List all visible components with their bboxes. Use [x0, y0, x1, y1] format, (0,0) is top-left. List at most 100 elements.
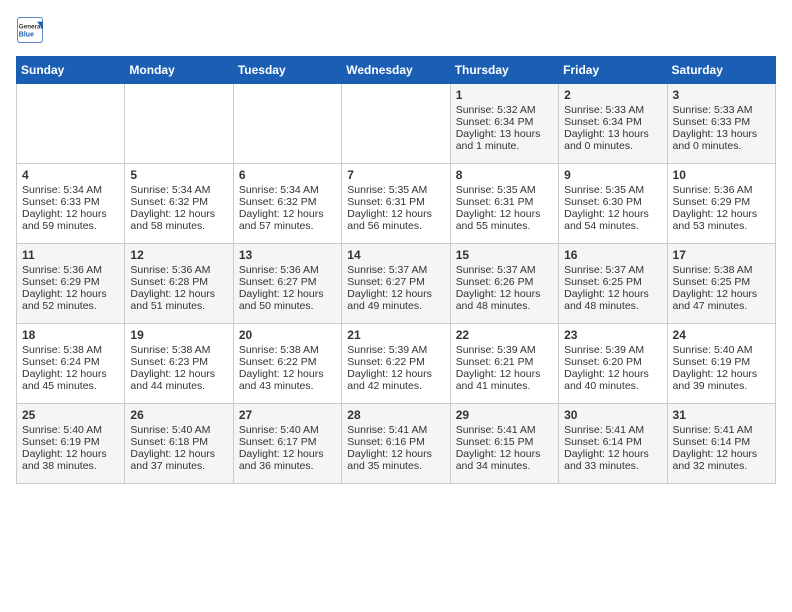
day-number: 13: [239, 248, 336, 262]
cell-content: Daylight: 12 hours and 57 minutes.: [239, 208, 336, 232]
cell-content: Daylight: 12 hours and 40 minutes.: [564, 368, 661, 392]
day-number: 1: [456, 88, 553, 102]
cell-content: Daylight: 12 hours and 48 minutes.: [456, 288, 553, 312]
cell-content: Sunrise: 5:36 AM: [22, 264, 119, 276]
calendar-header: SundayMondayTuesdayWednesdayThursdayFrid…: [17, 57, 776, 84]
calendar-cell: 29Sunrise: 5:41 AMSunset: 6:15 PMDayligh…: [450, 404, 558, 484]
calendar-week-row: 11Sunrise: 5:36 AMSunset: 6:29 PMDayligh…: [17, 244, 776, 324]
calendar-cell: 26Sunrise: 5:40 AMSunset: 6:18 PMDayligh…: [125, 404, 233, 484]
cell-content: Sunset: 6:21 PM: [456, 356, 553, 368]
calendar-cell: 1Sunrise: 5:32 AMSunset: 6:34 PMDaylight…: [450, 84, 558, 164]
cell-content: Daylight: 12 hours and 41 minutes.: [456, 368, 553, 392]
calendar-week-row: 25Sunrise: 5:40 AMSunset: 6:19 PMDayligh…: [17, 404, 776, 484]
cell-content: Sunset: 6:34 PM: [564, 116, 661, 128]
day-number: 20: [239, 328, 336, 342]
day-number: 19: [130, 328, 227, 342]
cell-content: Daylight: 12 hours and 56 minutes.: [347, 208, 444, 232]
cell-content: Daylight: 12 hours and 49 minutes.: [347, 288, 444, 312]
day-number: 10: [673, 168, 770, 182]
header-day: Tuesday: [233, 57, 341, 84]
header-day: Sunday: [17, 57, 125, 84]
cell-content: Sunset: 6:27 PM: [239, 276, 336, 288]
cell-content: Sunset: 6:25 PM: [673, 276, 770, 288]
calendar-cell: 10Sunrise: 5:36 AMSunset: 6:29 PMDayligh…: [667, 164, 775, 244]
day-number: 16: [564, 248, 661, 262]
calendar-cell: 5Sunrise: 5:34 AMSunset: 6:32 PMDaylight…: [125, 164, 233, 244]
cell-content: Sunset: 6:31 PM: [347, 196, 444, 208]
cell-content: Sunset: 6:17 PM: [239, 436, 336, 448]
calendar-cell: 18Sunrise: 5:38 AMSunset: 6:24 PMDayligh…: [17, 324, 125, 404]
cell-content: Daylight: 12 hours and 51 minutes.: [130, 288, 227, 312]
calendar-cell: [17, 84, 125, 164]
calendar-week-row: 4Sunrise: 5:34 AMSunset: 6:33 PMDaylight…: [17, 164, 776, 244]
cell-content: Sunset: 6:19 PM: [673, 356, 770, 368]
svg-text:Blue: Blue: [19, 31, 34, 38]
cell-content: Daylight: 12 hours and 59 minutes.: [22, 208, 119, 232]
cell-content: Daylight: 12 hours and 42 minutes.: [347, 368, 444, 392]
calendar-cell: 31Sunrise: 5:41 AMSunset: 6:14 PMDayligh…: [667, 404, 775, 484]
calendar-cell: 17Sunrise: 5:38 AMSunset: 6:25 PMDayligh…: [667, 244, 775, 324]
cell-content: Daylight: 12 hours and 45 minutes.: [22, 368, 119, 392]
cell-content: Sunrise: 5:41 AM: [673, 424, 770, 436]
cell-content: Daylight: 12 hours and 38 minutes.: [22, 448, 119, 472]
day-number: 7: [347, 168, 444, 182]
header-day: Saturday: [667, 57, 775, 84]
calendar-cell: 13Sunrise: 5:36 AMSunset: 6:27 PMDayligh…: [233, 244, 341, 324]
cell-content: Sunset: 6:16 PM: [347, 436, 444, 448]
cell-content: Sunset: 6:14 PM: [564, 436, 661, 448]
logo: General Blue: [16, 16, 48, 44]
calendar-cell: 12Sunrise: 5:36 AMSunset: 6:28 PMDayligh…: [125, 244, 233, 324]
day-number: 2: [564, 88, 661, 102]
cell-content: Sunrise: 5:38 AM: [22, 344, 119, 356]
cell-content: Sunset: 6:20 PM: [564, 356, 661, 368]
cell-content: Daylight: 13 hours and 0 minutes.: [673, 128, 770, 152]
cell-content: Daylight: 12 hours and 34 minutes.: [456, 448, 553, 472]
day-number: 17: [673, 248, 770, 262]
cell-content: Sunset: 6:33 PM: [673, 116, 770, 128]
calendar-cell: 4Sunrise: 5:34 AMSunset: 6:33 PMDaylight…: [17, 164, 125, 244]
cell-content: Sunset: 6:29 PM: [22, 276, 119, 288]
day-number: 14: [347, 248, 444, 262]
cell-content: Sunrise: 5:39 AM: [564, 344, 661, 356]
cell-content: Sunrise: 5:37 AM: [347, 264, 444, 276]
cell-content: Daylight: 13 hours and 0 minutes.: [564, 128, 661, 152]
cell-content: Sunset: 6:18 PM: [130, 436, 227, 448]
cell-content: Sunset: 6:32 PM: [130, 196, 227, 208]
calendar-cell: 19Sunrise: 5:38 AMSunset: 6:23 PMDayligh…: [125, 324, 233, 404]
day-number: 28: [347, 408, 444, 422]
calendar-cell: 11Sunrise: 5:36 AMSunset: 6:29 PMDayligh…: [17, 244, 125, 324]
calendar-cell: 20Sunrise: 5:38 AMSunset: 6:22 PMDayligh…: [233, 324, 341, 404]
day-number: 15: [456, 248, 553, 262]
calendar-cell: 6Sunrise: 5:34 AMSunset: 6:32 PMDaylight…: [233, 164, 341, 244]
cell-content: Sunrise: 5:35 AM: [564, 184, 661, 196]
calendar-cell: 28Sunrise: 5:41 AMSunset: 6:16 PMDayligh…: [342, 404, 450, 484]
day-number: 30: [564, 408, 661, 422]
cell-content: Sunset: 6:22 PM: [239, 356, 336, 368]
calendar-week-row: 18Sunrise: 5:38 AMSunset: 6:24 PMDayligh…: [17, 324, 776, 404]
cell-content: Daylight: 12 hours and 37 minutes.: [130, 448, 227, 472]
cell-content: Sunset: 6:22 PM: [347, 356, 444, 368]
calendar-cell: 3Sunrise: 5:33 AMSunset: 6:33 PMDaylight…: [667, 84, 775, 164]
day-number: 23: [564, 328, 661, 342]
day-number: 12: [130, 248, 227, 262]
page-header: General Blue: [16, 16, 776, 44]
day-number: 21: [347, 328, 444, 342]
cell-content: Sunrise: 5:35 AM: [347, 184, 444, 196]
svg-text:General: General: [19, 24, 43, 31]
cell-content: Sunset: 6:32 PM: [239, 196, 336, 208]
day-number: 4: [22, 168, 119, 182]
calendar-cell: 16Sunrise: 5:37 AMSunset: 6:25 PMDayligh…: [559, 244, 667, 324]
cell-content: Daylight: 12 hours and 55 minutes.: [456, 208, 553, 232]
cell-content: Sunrise: 5:35 AM: [456, 184, 553, 196]
day-number: 6: [239, 168, 336, 182]
calendar-cell: 30Sunrise: 5:41 AMSunset: 6:14 PMDayligh…: [559, 404, 667, 484]
calendar-cell: 15Sunrise: 5:37 AMSunset: 6:26 PMDayligh…: [450, 244, 558, 324]
day-number: 24: [673, 328, 770, 342]
cell-content: Daylight: 12 hours and 47 minutes.: [673, 288, 770, 312]
cell-content: Sunset: 6:29 PM: [673, 196, 770, 208]
calendar-cell: 22Sunrise: 5:39 AMSunset: 6:21 PMDayligh…: [450, 324, 558, 404]
logo-icon: General Blue: [16, 16, 44, 44]
cell-content: Sunset: 6:15 PM: [456, 436, 553, 448]
cell-content: Sunrise: 5:33 AM: [564, 104, 661, 116]
cell-content: Daylight: 12 hours and 50 minutes.: [239, 288, 336, 312]
